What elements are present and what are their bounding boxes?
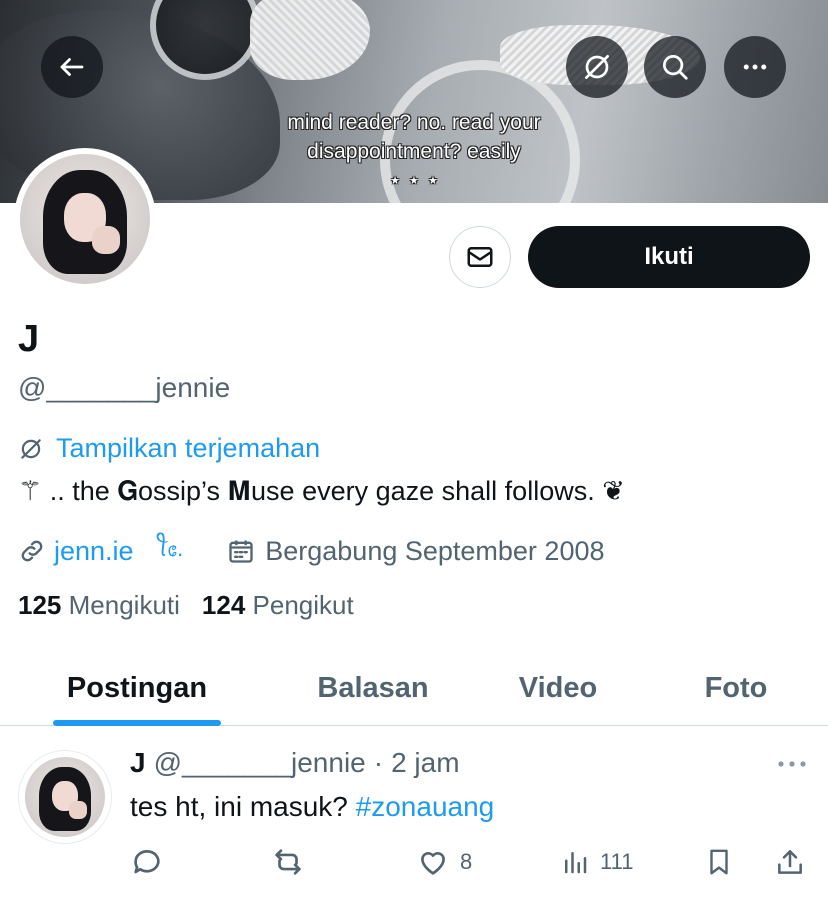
tab-video[interactable]: Video <box>498 650 618 726</box>
link-icon <box>21 540 43 562</box>
banner-caption: mind reader? no. read your disappointmen… <box>200 108 628 195</box>
translate-icon <box>585 55 609 79</box>
heart-icon <box>421 852 445 875</box>
website-link[interactable]: jenn.ie ꪻ᥋. <box>18 528 183 574</box>
post-separator: · <box>373 747 384 778</box>
active-tab-indicator <box>53 720 221 726</box>
view-count: 111 <box>600 849 634 874</box>
following-label: Mengikuti <box>68 590 180 620</box>
profile-tabs: Postingan Balasan Video Foto <box>0 650 828 726</box>
repost-button[interactable] <box>270 840 306 884</box>
display-name: J <box>18 318 40 360</box>
follow-button[interactable]: Ikuti <box>528 226 810 288</box>
bookmark-icon <box>710 849 728 875</box>
join-date: Bergabung September 2008 <box>227 535 605 567</box>
envelope-icon <box>467 247 493 267</box>
translate-icon <box>21 438 41 459</box>
join-date-label: Bergabung September 2008 <box>265 535 605 566</box>
share-icon <box>778 850 802 874</box>
more-horizontal-icon <box>743 64 767 70</box>
avatar-hand <box>91 225 121 255</box>
post-avatar-photo <box>25 757 105 837</box>
views-button[interactable]: 111 <box>560 840 633 884</box>
profile-handle: @_______jennie <box>18 372 231 403</box>
followers-count: 124 <box>201 590 246 620</box>
profile-meta: jenn.ie ꪻ᥋. Bergabung September 2008 <box>18 528 605 574</box>
repost-icon <box>275 849 301 875</box>
website-label: jenn.ie <box>54 535 134 566</box>
post-timestamp[interactable]: 2 jam <box>391 747 459 779</box>
post-author-name[interactable]: J <box>130 747 146 779</box>
translate-bio-link[interactable]: Tampilkan terjemahan <box>18 433 320 464</box>
following-count: 125 <box>18 590 62 620</box>
post-author-handle[interactable]: @_______jennie <box>154 747 366 779</box>
arrow-left-icon <box>60 58 84 76</box>
search-button[interactable] <box>644 36 706 98</box>
back-button[interactable] <box>41 36 103 98</box>
followers-label: Pengikut <box>252 590 354 620</box>
avatar-photo <box>20 154 150 284</box>
banner-glove-left <box>250 0 370 80</box>
post-text: tes ht, ini masuk? #zonauang <box>130 791 494 823</box>
calendar-icon <box>229 540 253 563</box>
following-link[interactable]: 125 Mengikuti <box>18 590 180 621</box>
banner-caption-line-1: mind reader? no. read your <box>287 111 541 134</box>
more-button[interactable] <box>724 36 786 98</box>
website-suffix: ꪻ᥋. <box>155 536 184 561</box>
translate-bio-label: Tampilkan terjemahan <box>56 433 321 463</box>
tab-foto[interactable]: Foto <box>686 650 786 726</box>
post-actions: 8 111 <box>130 840 810 884</box>
tab-balasan[interactable]: Balasan <box>293 650 453 726</box>
analytics-icon <box>565 852 587 874</box>
reply-icon <box>134 850 160 874</box>
like-count: 8 <box>460 849 473 874</box>
message-button[interactable] <box>449 226 511 288</box>
more-horizontal-icon <box>778 761 806 767</box>
banner-caption-line-2: disappointment? easily <box>307 140 521 163</box>
post-avatar-hand <box>69 801 87 819</box>
profile-avatar[interactable] <box>14 148 156 290</box>
post-header: J @_______jennie · 2 jam <box>130 747 460 779</box>
post-avatar[interactable] <box>18 750 112 844</box>
followers-link[interactable]: 124 Pengikut <box>202 590 354 621</box>
search-icon <box>663 55 688 80</box>
post-hashtag[interactable]: #zonauang <box>356 791 495 822</box>
reply-button[interactable] <box>130 840 164 884</box>
banner-caption-line-3: ⋆ ⋆ ⋆ <box>388 169 440 192</box>
post-body: tes ht, ini masuk? <box>130 791 356 822</box>
post-more-button[interactable] <box>774 752 810 776</box>
tab-postingan[interactable]: Postingan <box>53 650 221 726</box>
follow-stats: 125 Mengikuti 124 Pengikut <box>18 590 354 621</box>
bookmark-button[interactable] <box>704 840 734 884</box>
profile-bio: ⚚ .. the 𝐆ossip’s 𝐌use every gaze shall … <box>18 476 625 506</box>
translate-button[interactable] <box>566 36 628 98</box>
like-button[interactable]: 8 <box>416 840 472 884</box>
share-button[interactable] <box>774 840 806 884</box>
